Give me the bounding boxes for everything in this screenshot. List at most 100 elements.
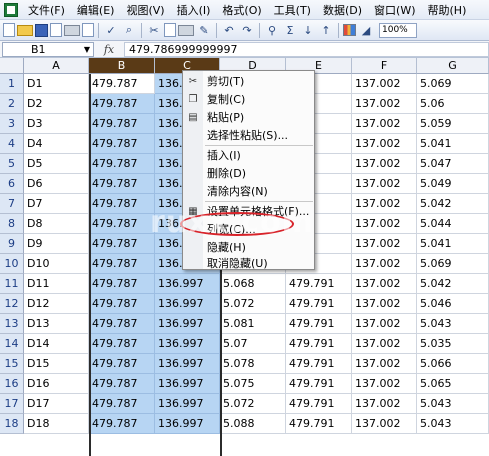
format-painter-icon[interactable]: ✎ xyxy=(196,22,212,38)
cell-b12[interactable]: 479.787 xyxy=(89,294,155,314)
cell-f18[interactable]: 137.002 xyxy=(352,414,417,434)
cell-g12[interactable]: 5.046 xyxy=(417,294,489,314)
cell-b7[interactable]: 479.787 xyxy=(89,194,155,214)
row-header[interactable]: 1 xyxy=(0,74,24,94)
cell-e17[interactable]: 479.791 xyxy=(286,394,352,414)
cell-a7[interactable]: D7 xyxy=(24,194,89,214)
cell-c18[interactable]: 136.997 xyxy=(155,414,220,434)
cell-b13[interactable]: 479.787 xyxy=(89,314,155,334)
column-header-g[interactable]: G xyxy=(417,58,489,74)
cell-d11[interactable]: 5.068 xyxy=(220,274,286,294)
paste-icon[interactable] xyxy=(178,24,194,36)
cell-b15[interactable]: 479.787 xyxy=(89,354,155,374)
print-preview-icon[interactable] xyxy=(82,23,94,37)
cell-b14[interactable]: 479.787 xyxy=(89,334,155,354)
cell-g8[interactable]: 5.044 xyxy=(417,214,489,234)
save-icon[interactable] xyxy=(35,23,48,37)
cell-a2[interactable]: D2 xyxy=(24,94,89,114)
cell-f13[interactable]: 137.002 xyxy=(352,314,417,334)
chart-wizard-icon[interactable] xyxy=(343,24,356,36)
context-menu-item[interactable]: ✂ 剪切(T) xyxy=(183,73,316,91)
cell-g11[interactable]: 5.042 xyxy=(417,274,489,294)
cell-e16[interactable]: 479.791 xyxy=(286,374,352,394)
row-header[interactable]: 2 xyxy=(0,94,24,114)
cell-f15[interactable]: 137.002 xyxy=(352,354,417,374)
cell-d14[interactable]: 5.07 xyxy=(220,334,286,354)
row-header[interactable]: 14 xyxy=(0,334,24,354)
cell-a14[interactable]: D14 xyxy=(24,334,89,354)
cell-f3[interactable]: 137.002 xyxy=(352,114,417,134)
cell-e15[interactable]: 479.791 xyxy=(286,354,352,374)
context-menu-item[interactable]: ▤ 粘贴(P) xyxy=(183,109,316,127)
cell-f2[interactable]: 137.002 xyxy=(352,94,417,114)
menu-help[interactable]: 帮助(H) xyxy=(422,2,473,18)
cut-icon[interactable]: ✂ xyxy=(146,22,162,38)
research-icon[interactable]: ⌕ xyxy=(121,22,137,38)
cell-a17[interactable]: D17 xyxy=(24,394,89,414)
cell-d17[interactable]: 5.072 xyxy=(220,394,286,414)
context-menu-item[interactable]: ▦ 设置单元格格式(F)... xyxy=(183,203,316,221)
permission-icon[interactable] xyxy=(50,23,62,37)
row-header[interactable]: 9 xyxy=(0,234,24,254)
cell-b18[interactable]: 479.787 xyxy=(89,414,155,434)
cell-a3[interactable]: D3 xyxy=(24,114,89,134)
context-menu-item[interactable]: 选择性粘贴(S)... xyxy=(183,127,316,145)
cell-b6[interactable]: 479.787 xyxy=(89,174,155,194)
cell-a18[interactable]: D18 xyxy=(24,414,89,434)
cell-c15[interactable]: 136.997 xyxy=(155,354,220,374)
cell-g3[interactable]: 5.059 xyxy=(417,114,489,134)
row-header[interactable]: 5 xyxy=(0,154,24,174)
chevron-down-icon[interactable]: ▼ xyxy=(84,43,90,56)
cell-f1[interactable]: 137.002 xyxy=(352,74,417,94)
menu-edit[interactable]: 编辑(E) xyxy=(71,2,121,18)
zoom-select[interactable]: 100% xyxy=(379,22,417,38)
autosum-icon[interactable]: Σ xyxy=(282,22,298,38)
cell-c11[interactable]: 136.997 xyxy=(155,274,220,294)
open-folder-icon[interactable] xyxy=(17,24,33,36)
row-header[interactable]: 13 xyxy=(0,314,24,334)
cell-e11[interactable]: 479.791 xyxy=(286,274,352,294)
cell-a4[interactable]: D4 xyxy=(24,134,89,154)
cell-d13[interactable]: 5.081 xyxy=(220,314,286,334)
row-header[interactable]: 11 xyxy=(0,274,24,294)
cell-g14[interactable]: 5.035 xyxy=(417,334,489,354)
row-header[interactable]: 7 xyxy=(0,194,24,214)
cell-f12[interactable]: 137.002 xyxy=(352,294,417,314)
cell-g16[interactable]: 5.065 xyxy=(417,374,489,394)
cell-g1[interactable]: 5.069 xyxy=(417,74,489,94)
context-menu-item[interactable]: 清除内容(N) xyxy=(183,183,316,201)
cell-b17[interactable]: 479.787 xyxy=(89,394,155,414)
cell-f11[interactable]: 137.002 xyxy=(352,274,417,294)
sort-ascending-icon[interactable]: ↓ xyxy=(300,22,316,38)
redo-icon[interactable]: ↷ xyxy=(239,22,255,38)
formula-input[interactable]: 479.786999999997 xyxy=(124,41,489,57)
hyperlink-icon[interactable]: ⚲ xyxy=(264,22,280,38)
cell-b11[interactable]: 479.787 xyxy=(89,274,155,294)
cell-f7[interactable]: 137.002 xyxy=(352,194,417,214)
name-box[interactable]: B1 ▼ xyxy=(2,41,94,57)
cell-g15[interactable]: 5.066 xyxy=(417,354,489,374)
context-menu-item[interactable]: 取消隐藏(U) xyxy=(183,255,316,273)
cell-b8[interactable]: 479.787 xyxy=(89,214,155,234)
cell-f8[interactable]: 137.002 xyxy=(352,214,417,234)
row-header[interactable]: 18 xyxy=(0,414,24,434)
copy-icon[interactable] xyxy=(164,23,176,37)
column-header-f[interactable]: F xyxy=(352,58,417,74)
cell-d18[interactable]: 5.088 xyxy=(220,414,286,434)
context-menu-item[interactable]: 列宽(C)... xyxy=(183,221,316,239)
cell-g10[interactable]: 5.069 xyxy=(417,254,489,274)
context-menu-item[interactable]: ❐ 复制(C) xyxy=(183,91,316,109)
cell-f5[interactable]: 137.002 xyxy=(352,154,417,174)
cell-b3[interactable]: 479.787 xyxy=(89,114,155,134)
cell-d16[interactable]: 5.075 xyxy=(220,374,286,394)
cell-b5[interactable]: 479.787 xyxy=(89,154,155,174)
row-header[interactable]: 6 xyxy=(0,174,24,194)
cell-b16[interactable]: 479.787 xyxy=(89,374,155,394)
insert-function-icon[interactable]: fx xyxy=(94,43,124,56)
cell-d15[interactable]: 5.078 xyxy=(220,354,286,374)
cell-g6[interactable]: 5.049 xyxy=(417,174,489,194)
cell-a10[interactable]: D10 xyxy=(24,254,89,274)
select-all-corner[interactable] xyxy=(0,58,24,74)
column-header-a[interactable]: A xyxy=(24,58,89,74)
cell-g5[interactable]: 5.047 xyxy=(417,154,489,174)
